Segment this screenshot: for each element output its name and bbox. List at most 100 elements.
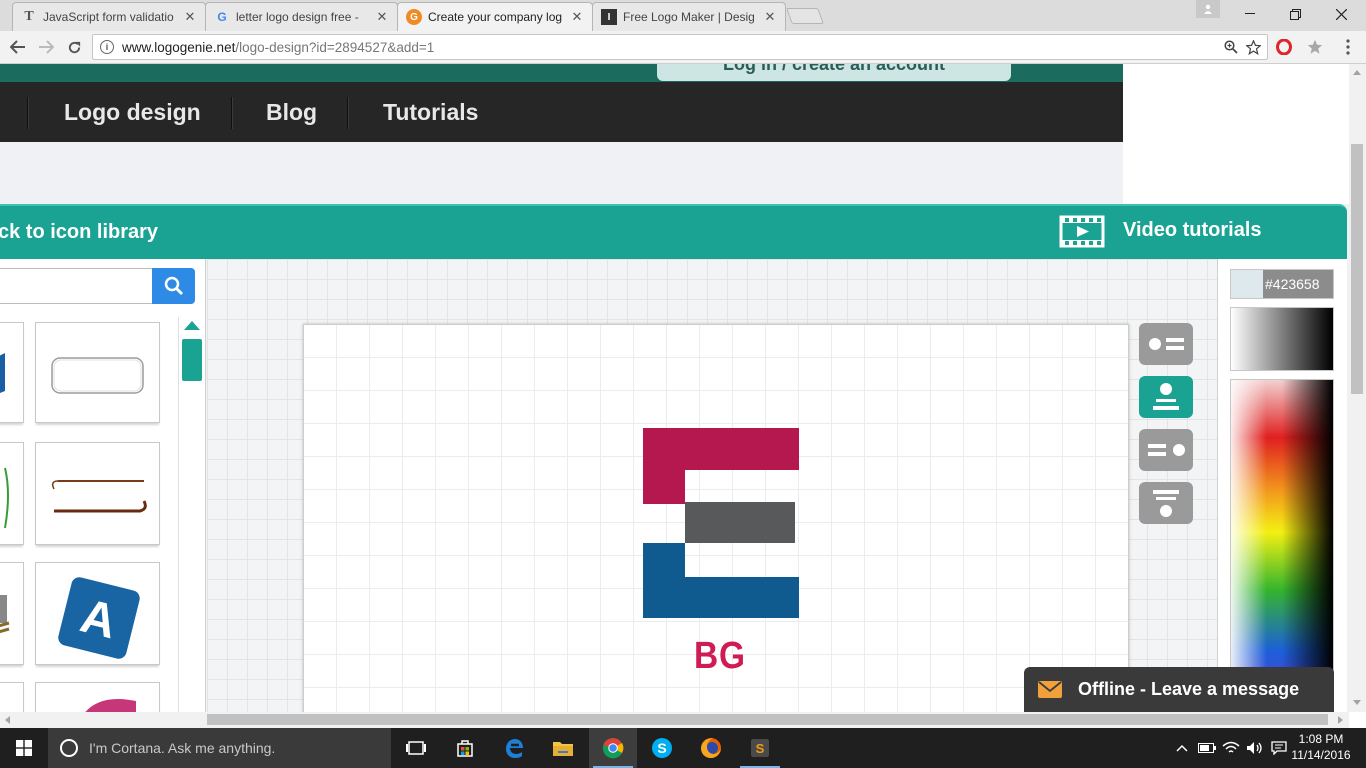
wifi-icon[interactable] (1220, 728, 1242, 768)
close-icon[interactable]: ✕ (375, 9, 389, 25)
tab-free-logo-maker[interactable]: I Free Logo Maker | Desig ✕ (592, 2, 786, 31)
tab-title: Create your company log (428, 10, 563, 24)
info-icon[interactable]: i (100, 40, 114, 54)
minimize-button[interactable] (1227, 0, 1273, 28)
search-icon (164, 276, 183, 296)
scroll-down-arrow-icon[interactable] (1353, 700, 1361, 705)
firefox-icon[interactable] (687, 728, 735, 768)
hue-picker[interactable] (1230, 379, 1334, 712)
envelope-icon (1038, 681, 1062, 698)
back-to-icon-library-link[interactable]: ck to icon library (0, 221, 158, 244)
edge-icon[interactable] (490, 728, 538, 768)
back-arrow-icon[interactable] (6, 35, 30, 59)
svg-text:S: S (657, 740, 666, 756)
tab-javascript-validation[interactable]: T JavaScript form validatio ✕ (12, 2, 206, 31)
scroll-thumb[interactable] (182, 339, 202, 381)
scroll-thumb[interactable] (1351, 144, 1363, 394)
volume-icon[interactable] (1244, 728, 1266, 768)
close-icon[interactable]: ✕ (183, 9, 197, 25)
icon-thumbnail[interactable] (35, 682, 160, 712)
grayscale-picker[interactable] (1230, 307, 1334, 371)
restore-button[interactable] (1272, 0, 1318, 28)
chevron-up-icon[interactable] (1172, 728, 1192, 768)
nav-blog[interactable]: Blog (266, 82, 317, 142)
icon-thumbnail[interactable] (0, 562, 24, 665)
logo-text[interactable]: BG (694, 635, 746, 678)
store-icon[interactable] (441, 728, 489, 768)
reload-icon[interactable] (62, 35, 86, 59)
scroll-up-arrow-icon[interactable] (184, 321, 200, 330)
battery-icon[interactable] (1196, 728, 1218, 768)
icon-thumbnail[interactable] (35, 442, 160, 545)
windows-start-icon[interactable] (0, 728, 48, 768)
nav-tutorials[interactable]: Tutorials (383, 82, 478, 142)
color-swatch[interactable] (1231, 270, 1263, 298)
close-icon[interactable]: ✕ (763, 9, 777, 25)
design-workspace: BG (207, 259, 1217, 712)
login-create-account-button[interactable]: Log in / create an account (657, 64, 1011, 81)
color-picker-panel: #423658 (1217, 259, 1347, 712)
page-vertical-scrollbar[interactable] (1349, 64, 1366, 712)
tab-favicon: T (24, 9, 34, 24)
scroll-thumb[interactable] (207, 714, 1328, 725)
icon-thumbnail[interactable]: A (35, 562, 160, 665)
forward-arrow-icon[interactable] (34, 35, 58, 59)
close-icon[interactable]: ✕ (570, 9, 584, 25)
cortana-icon (60, 739, 78, 757)
sublime-text-icon[interactable]: S (736, 728, 784, 768)
icon-library-panel: A (0, 259, 206, 712)
scroll-left-arrow-icon[interactable] (5, 716, 10, 724)
side-blank-area (1123, 64, 1349, 204)
nav-divider (231, 97, 233, 129)
notification-icon[interactable] (1268, 728, 1290, 768)
tab-favicon: I (601, 9, 617, 25)
logo-canvas[interactable]: BG (303, 324, 1129, 712)
chrome-icon[interactable] (589, 728, 637, 768)
nav-logo-design[interactable]: Logo design (64, 82, 201, 142)
address-bar[interactable]: i www.logogenie.net/logo-design?id=28945… (92, 34, 1268, 60)
login-label: Log in / create an account (722, 64, 946, 74)
opera-extension-icon[interactable] (1272, 35, 1296, 59)
icon-thumbnail[interactable] (35, 322, 160, 423)
skype-icon[interactable]: S (638, 728, 686, 768)
tab-title: Free Logo Maker | Desig (623, 10, 755, 24)
tab-title: letter logo design free - (236, 10, 359, 24)
cortana-placeholder: I'm Cortana. Ask me anything. (89, 740, 276, 756)
url-host: www.logogenie.net (122, 39, 236, 55)
icon-thumbnail[interactable] (0, 322, 24, 423)
offline-chat-widget[interactable]: Offline - Leave a message (1024, 667, 1334, 712)
close-window-button[interactable] (1318, 0, 1364, 28)
zoom-icon[interactable] (1221, 35, 1241, 59)
task-view-icon[interactable] (392, 728, 440, 768)
hex-value[interactable]: #423658 (1263, 270, 1333, 298)
tab-title: JavaScript form validatio (43, 10, 174, 24)
current-color[interactable]: #423658 (1230, 269, 1334, 299)
layout-text-top-icon-bottom[interactable] (1139, 482, 1193, 524)
icon-thumbnail[interactable] (0, 442, 24, 545)
layout-icon-top-text-bottom[interactable] (1139, 376, 1193, 418)
layout-text-left-icon-right[interactable] (1139, 429, 1193, 471)
logo-icon[interactable] (643, 428, 799, 618)
video-tutorials-link[interactable]: Video tutorials (1123, 219, 1262, 242)
tab-letter-logo-search[interactable]: G letter logo design free - ✕ (205, 2, 398, 31)
menu-icon[interactable] (1336, 35, 1360, 59)
cortana-search-box[interactable]: I'm Cortana. Ask me anything. (48, 728, 391, 768)
search-button[interactable] (152, 268, 195, 304)
icon-search-input[interactable] (0, 268, 154, 304)
extension-star-icon[interactable] (1303, 35, 1327, 59)
icon-thumbnail[interactable] (0, 682, 24, 712)
bookmark-star-icon[interactable] (1243, 35, 1263, 59)
icon-list-scrollbar[interactable] (178, 317, 206, 712)
file-explorer-icon[interactable] (539, 728, 587, 768)
page-horizontal-scrollbar[interactable] (0, 712, 1349, 728)
clock-time: 1:08 PM (1298, 732, 1344, 746)
scroll-right-arrow-icon[interactable] (1338, 716, 1343, 724)
new-tab-button[interactable] (786, 8, 824, 24)
scroll-up-arrow-icon[interactable] (1353, 70, 1361, 75)
editor-header: ck to icon library Video tutorials (0, 204, 1347, 259)
tab-create-logo[interactable]: G Create your company log ✕ (397, 2, 593, 31)
profile-icon[interactable] (1196, 0, 1220, 18)
layout-icon-left-text-right[interactable] (1139, 323, 1193, 365)
video-icon[interactable] (1059, 215, 1105, 248)
system-clock[interactable]: 1:08 PM 11/14/2016 (1290, 731, 1352, 763)
